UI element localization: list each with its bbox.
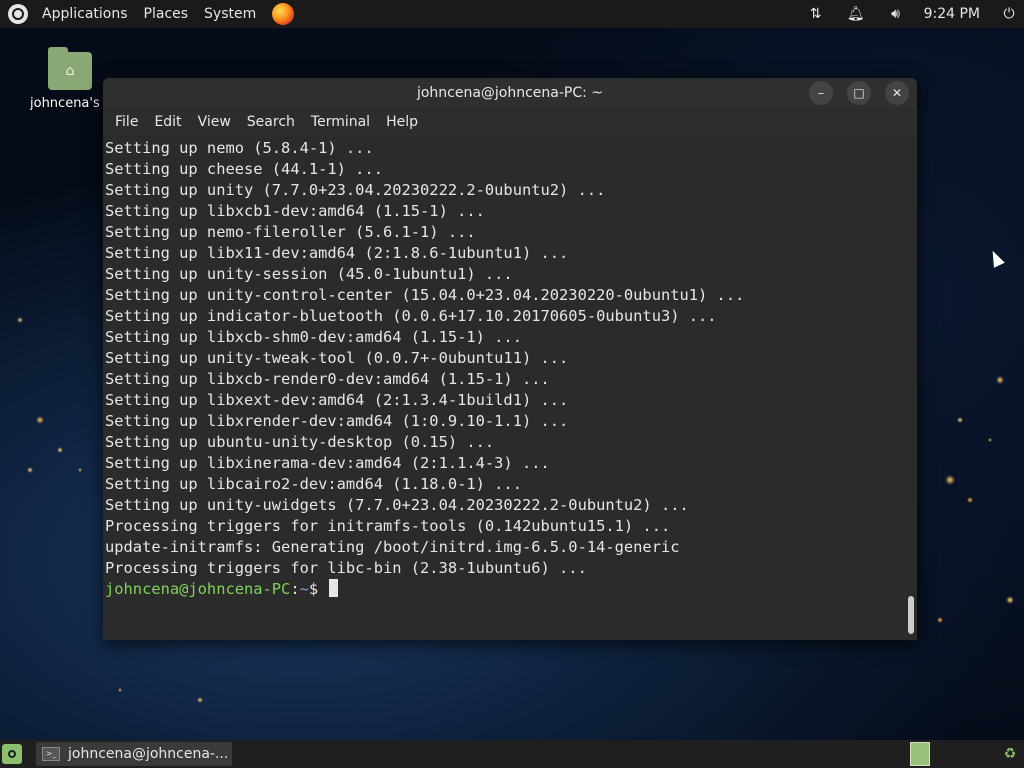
output-line: Setting up libxcb1-dev:amd64 (1.15-1) ..… [105, 202, 485, 220]
output-line: Setting up libxext-dev:amd64 (2:1.3.4-1b… [105, 391, 569, 409]
menu-file[interactable]: File [107, 114, 146, 130]
terminal-window: johncena@johncena-PC: ~ – □ ✕ File Edit … [103, 78, 917, 640]
output-line: update-initramfs: Generating /boot/initr… [105, 538, 680, 556]
output-line: Setting up unity-control-center (15.04.0… [105, 286, 745, 304]
volume-icon[interactable]: 🔊︎ [876, 6, 916, 22]
maximize-button[interactable]: □ [847, 81, 871, 105]
prompt-user: johncena@johncena-PC [105, 580, 291, 598]
output-line: Processing triggers for initramfs-tools … [105, 517, 671, 535]
output-line: Setting up libxcb-shm0-dev:amd64 (1.15-1… [105, 328, 522, 346]
output-line: Setting up unity-tweak-tool (0.0.7+-0ubu… [105, 349, 569, 367]
power-icon[interactable]: ⏻ [994, 6, 1024, 22]
ubuntu-logo-icon[interactable] [8, 4, 28, 24]
prompt-line[interactable]: johncena@johncena-PC:~$ [105, 579, 917, 600]
taskbar-terminal-label: johncena@johncena-... [68, 746, 229, 762]
output-line: Setting up libxcb-render0-dev:amd64 (1.1… [105, 370, 550, 388]
minimize-button[interactable]: – [809, 81, 833, 105]
output-line: Setting up libxrender-dev:amd64 (1:0.9.1… [105, 412, 569, 430]
output-line: Processing triggers for libc-bin (2.38-1… [105, 559, 587, 577]
network-icon[interactable]: ⇅ [796, 6, 836, 22]
applications-menu[interactable]: Applications [34, 0, 136, 28]
output-line: Setting up libx11-dev:amd64 (2:1.8.6-1ub… [105, 244, 569, 262]
output-line: Setting up indicator-bluetooth (0.0.6+17… [105, 307, 717, 325]
text-cursor [329, 579, 339, 597]
taskbar-terminal-item[interactable]: >_ johncena@johncena-... [36, 742, 232, 766]
terminal-output[interactable]: Setting up nemo (5.8.4-1) ... Setting up… [103, 136, 917, 640]
terminal-titlebar[interactable]: johncena@johncena-PC: ~ – □ ✕ [103, 78, 917, 108]
window-title: johncena@johncena-PC: ~ [416, 85, 604, 101]
output-line: Setting up cheese (44.1-1) ... [105, 160, 383, 178]
output-line: Setting up libxinerama-dev:amd64 (2:1.1.… [105, 454, 550, 472]
output-line: Setting up unity (7.7.0+23.04.20230222.2… [105, 181, 606, 199]
terminal-icon: >_ [42, 747, 60, 761]
mouse-pointer-icon [987, 248, 1005, 268]
notification-bell-icon[interactable]: 🔔︎ [836, 6, 876, 22]
menu-edit[interactable]: Edit [146, 114, 189, 130]
output-line: Setting up nemo (5.8.4-1) ... [105, 139, 374, 157]
prompt-path: ~ [299, 580, 309, 598]
terminal-menubar: File Edit View Search Terminal Help [103, 108, 917, 136]
places-menu[interactable]: Places [136, 0, 197, 28]
output-line: Setting up unity-session (45.0-1ubuntu1)… [105, 265, 513, 283]
home-folder-icon: ⌂ [48, 47, 92, 90]
menu-search[interactable]: Search [239, 114, 303, 130]
close-button[interactable]: ✕ [885, 81, 909, 105]
menu-view[interactable]: View [190, 114, 239, 130]
trash-icon[interactable]: ♻ [1000, 744, 1020, 764]
desktop-home-label: johncena's Home [30, 96, 106, 111]
menu-help[interactable]: Help [378, 114, 426, 130]
workspace-switcher[interactable] [910, 742, 930, 766]
system-menu[interactable]: System [196, 0, 264, 28]
output-line: Setting up unity-uwidgets (7.7.0+23.04.2… [105, 496, 689, 514]
show-desktop-button[interactable] [2, 744, 22, 764]
terminal-scrollbar[interactable] [908, 596, 914, 634]
output-line: Setting up ubuntu-unity-desktop (0.15) .… [105, 433, 495, 451]
output-line: Setting up libcairo2-dev:amd64 (1.18.0-1… [105, 475, 522, 493]
firefox-icon[interactable] [272, 3, 295, 25]
desktop-home-folder[interactable]: ⌂ johncena's Home [30, 47, 110, 111]
clock[interactable]: 9:24 PM [916, 6, 994, 22]
top-panel: Applications Places System ⇅ 🔔︎ 🔊︎ 9:24 … [0, 0, 1024, 28]
output-line: Setting up nemo-fileroller (5.6.1-1) ... [105, 223, 476, 241]
menu-terminal[interactable]: Terminal [303, 114, 378, 130]
bottom-panel: >_ johncena@johncena-... ♻ [0, 740, 1024, 768]
prompt-symbol: $ [308, 580, 319, 598]
